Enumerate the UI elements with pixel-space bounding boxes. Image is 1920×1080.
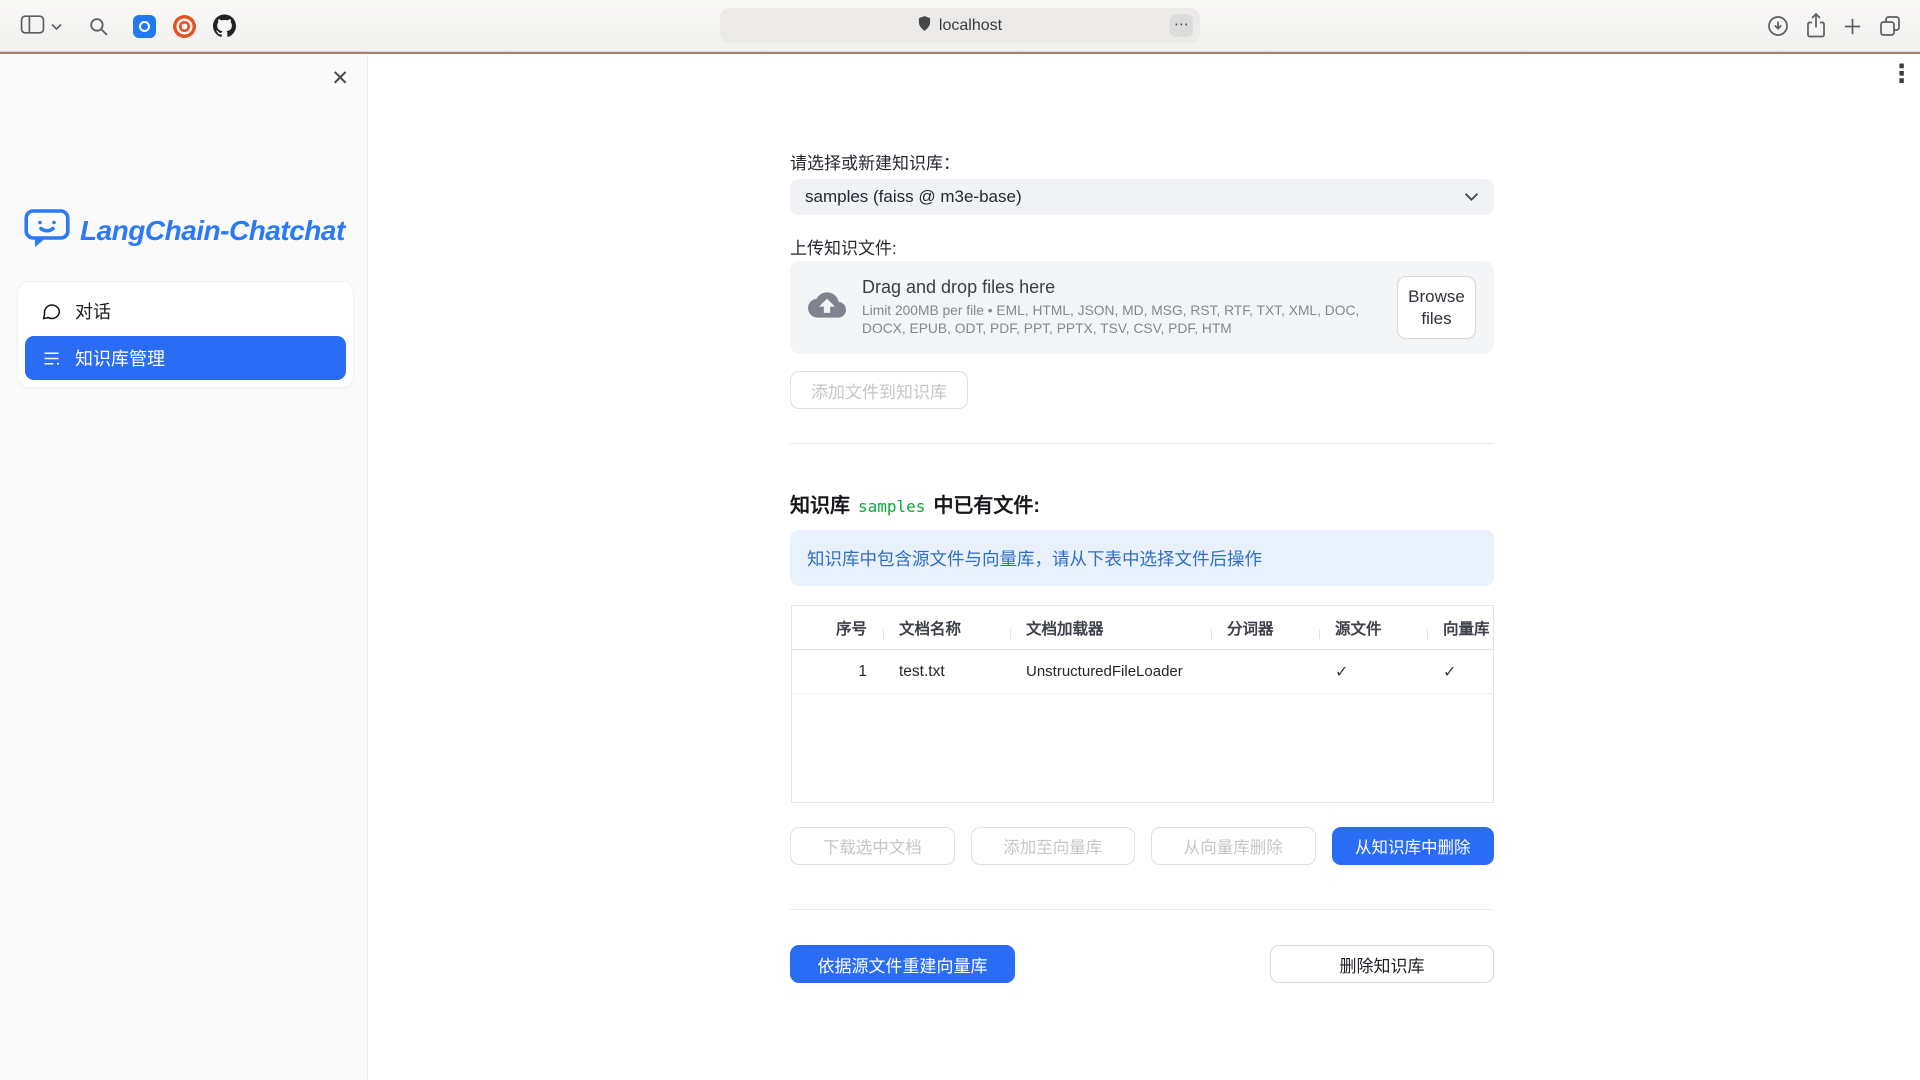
dropzone-text: Drag and drop files here Limit 200MB per… [862, 277, 1378, 338]
share-icon[interactable] [1805, 13, 1827, 39]
cell-loader: UnstructuredFileLoader [1010, 663, 1211, 680]
sidebar-menu: 对话 知识库管理 [17, 281, 354, 388]
sidebar: ✕ LangChain-Chatchat 对话 [0, 54, 368, 1080]
dropzone-hint: Limit 200MB per file • EML, HTML, JSON, … [862, 302, 1378, 338]
add-to-vector-button[interactable]: 添加至向量库 [971, 827, 1136, 865]
sidebar-item-label: 对话 [75, 298, 111, 324]
github-icon[interactable] [213, 15, 236, 38]
page-options-icon[interactable]: ⋯ [1170, 14, 1193, 37]
kb-select-value: samples (faiss @ m3e-base) [805, 187, 1022, 207]
col-header-source[interactable]: 源文件 [1319, 617, 1427, 639]
logo-text: LangChain-Chatchat [80, 215, 345, 247]
site-shield-icon [918, 16, 931, 36]
table-header: 序号 文档名称 文档加载器 分词器 源文件 向量库 [792, 606, 1493, 650]
new-tab-icon[interactable] [1842, 16, 1863, 37]
rebuild-vector-store-button[interactable]: 依据源文件重建向量库 [790, 945, 1015, 983]
col-header-index[interactable]: 序号 [792, 617, 883, 639]
kb-files-title: 知识库 samples 中已有文件: [790, 489, 1040, 518]
sidebar-toggle-button[interactable] [20, 14, 62, 38]
close-sidebar-icon[interactable]: ✕ [331, 68, 349, 89]
page-accent-line [0, 52, 1920, 54]
browse-files-button[interactable]: Browse files [1397, 276, 1476, 339]
logo-chat-icon [24, 206, 70, 255]
delete-from-kb-button[interactable]: 从知识库中删除 [1332, 827, 1495, 865]
cell-name: test.txt [883, 663, 1010, 681]
info-banner: 知识库中包含源文件与向量库，请从下表中选择文件后操作 [790, 530, 1494, 586]
file-action-buttons: 下载选中文档 添加至向量库 从向量库删除 从知识库中删除 [790, 827, 1494, 865]
toolbar-left [20, 0, 236, 52]
chat-bubble-icon [41, 301, 62, 322]
upload-label: 上传知识文件: [790, 234, 897, 259]
files-table: 序号 文档名称 文档加载器 分词器 源文件 向量库 1 test.txt Uns… [791, 605, 1494, 803]
file-dropzone[interactable]: Drag and drop files here Limit 200MB per… [790, 261, 1494, 354]
browser-toolbar: localhost ⋯ [0, 0, 1920, 52]
search-icon[interactable] [88, 16, 109, 37]
address-bar[interactable]: localhost ⋯ [720, 8, 1200, 43]
toolbar-right [1766, 0, 1902, 52]
sidebar-item-kb-management[interactable]: 知识库管理 [25, 336, 346, 380]
col-header-splitter[interactable]: 分词器 [1211, 617, 1319, 639]
kb-name-code: samples [858, 497, 925, 516]
kb-files-title-prefix: 知识库 [790, 489, 850, 518]
kb-select-dropdown[interactable]: samples (faiss @ m3e-base) [790, 179, 1494, 215]
downloads-icon[interactable] [1766, 14, 1790, 38]
chevron-down-icon [1464, 192, 1479, 202]
sidebar-panel-icon [20, 14, 45, 38]
remove-from-vector-button[interactable]: 从向量库删除 [1151, 827, 1316, 865]
app-logo: LangChain-Chatchat [24, 206, 345, 255]
target-extension-icon[interactable] [173, 15, 196, 38]
add-files-button[interactable]: 添加文件到知识库 [790, 371, 968, 409]
chevron-down-icon [51, 19, 62, 34]
kb-files-title-suffix: 中已有文件: [933, 489, 1040, 518]
cell-index: 1 [792, 663, 883, 681]
tab-overview-icon[interactable] [1878, 14, 1902, 38]
col-header-loader[interactable]: 文档加载器 [1010, 617, 1211, 639]
col-header-name[interactable]: 文档名称 [883, 617, 1010, 639]
toolbar-extensions [133, 15, 236, 38]
dropzone-title: Drag and drop files here [862, 277, 1378, 298]
blue-extension-icon[interactable] [133, 15, 156, 38]
address-text: localhost [939, 17, 1002, 35]
kb-select-label: 请选择或新建知识库： [790, 149, 960, 174]
app-menu-icon[interactable]: ⋮ [1889, 62, 1914, 87]
sidebar-item-dialogue[interactable]: 对话 [25, 289, 346, 333]
col-header-vector[interactable]: 向量库 [1427, 617, 1493, 639]
cloud-upload-icon [808, 286, 846, 329]
cell-source-check: ✓ [1319, 662, 1427, 682]
info-banner-text: 知识库中包含源文件与向量库，请从下表中选择文件后操作 [807, 546, 1262, 571]
divider [790, 909, 1494, 910]
screen: localhost ⋯ ✕ [0, 0, 1920, 1080]
table-row[interactable]: 1 test.txt UnstructuredFileLoader ✓ ✓ [792, 650, 1493, 694]
delete-kb-button[interactable]: 删除知识库 [1270, 945, 1494, 983]
download-selected-button[interactable]: 下载选中文档 [790, 827, 955, 865]
divider [790, 443, 1494, 444]
sidebar-item-label: 知识库管理 [75, 345, 165, 371]
knowledge-base-icon [41, 348, 62, 369]
cell-vector-check: ✓ [1427, 662, 1493, 682]
